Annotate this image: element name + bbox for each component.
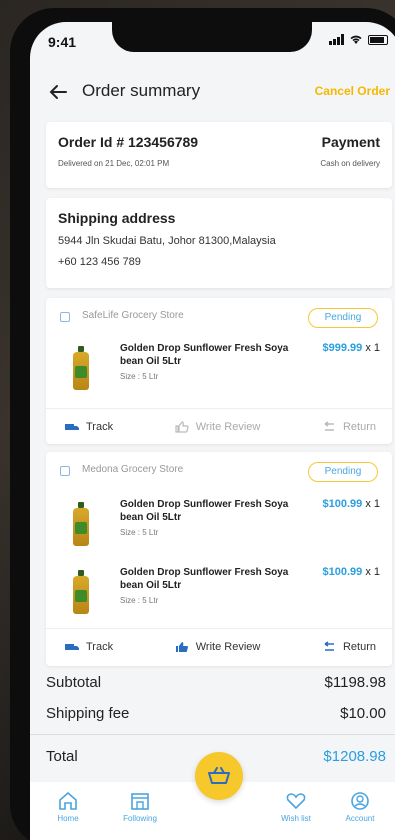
store-name: Medona Grocery Store [82, 464, 184, 475]
thumbs-up-icon [175, 420, 189, 433]
user-icon [351, 792, 369, 810]
product-price: $100.99 x 1 [322, 498, 380, 510]
header: Order summary Cancel Order [30, 72, 395, 116]
shipping-title: Shipping address [58, 210, 176, 226]
order-item[interactable]: Golden Drop Sunflower Fresh Soya bean Oi… [46, 498, 392, 554]
order-item[interactable]: Golden Drop Sunflower Fresh Soya bean Oi… [46, 566, 392, 622]
store-icon [60, 466, 70, 476]
order-id: Order Id # 123456789 [58, 134, 199, 150]
total-value: $1208.98 [323, 748, 386, 765]
cancel-order-button[interactable]: Cancel Order [315, 84, 390, 98]
order-actions: Track Write Review Return [46, 628, 392, 664]
product-size: Size : 5 Ltr [120, 372, 159, 381]
truck-icon [65, 423, 79, 430]
order-actions: Track Write Review Return [46, 408, 392, 444]
back-arrow-icon[interactable] [46, 80, 70, 104]
product-size: Size : 5 Ltr [120, 596, 159, 605]
return-icon [324, 420, 334, 431]
product-size: Size : 5 Ltr [120, 528, 159, 537]
status-badge: Pending [308, 308, 378, 328]
store-card: SafeLife Grocery Store Pending Golden Dr… [46, 298, 392, 444]
write-review-button[interactable]: Write Review [174, 641, 260, 653]
track-button[interactable]: Track [64, 421, 113, 433]
battery-icon [368, 34, 388, 45]
cart-button[interactable] [195, 752, 243, 800]
screen: 9:41 Order summary Cancel Order Order Id… [30, 22, 395, 840]
product-price: $100.99 x 1 [322, 566, 380, 578]
subtotal-label: Subtotal [46, 674, 102, 691]
thumbs-up-icon [175, 641, 188, 652]
signal-icon [329, 34, 344, 45]
heart-icon [286, 793, 306, 810]
product-name: Golden Drop Sunflower Fresh Soya bean Oi… [120, 567, 289, 591]
store-card: Medona Grocery Store Pending Golden Drop… [46, 452, 392, 666]
shipping-fee-value: $10.00 [340, 705, 386, 722]
wifi-icon [350, 35, 362, 44]
tab-wishlist[interactable]: Wish list [266, 792, 326, 823]
payment-label: Payment [321, 134, 380, 150]
phone-frame: 9:41 Order summary Cancel Order Order Id… [10, 8, 395, 840]
store-icon [60, 312, 70, 322]
status-icons [329, 34, 388, 45]
product-name: Golden Drop Sunflower Fresh Soya bean Oi… [120, 343, 289, 367]
status-badge: Pending [308, 462, 378, 482]
tab-account[interactable]: Account [330, 792, 390, 823]
tab-following[interactable]: Following [110, 792, 170, 823]
subtotal-value: $1198.98 [324, 674, 386, 691]
shipping-fee-label: Shipping fee [46, 705, 130, 722]
return-icon [324, 640, 334, 651]
product-image [56, 566, 106, 620]
home-icon [59, 792, 77, 810]
total-label: Total [46, 748, 78, 765]
basket-icon [208, 767, 230, 784]
store-name: SafeLife Grocery Store [82, 310, 184, 321]
page-title: Order summary [82, 81, 201, 100]
notch [112, 22, 312, 52]
return-button[interactable]: Return [321, 641, 376, 653]
product-image [56, 498, 106, 552]
payment-value: Cash on delivery [320, 159, 380, 168]
write-review-button[interactable]: Write Review [174, 420, 260, 433]
truck-icon [65, 643, 79, 650]
shipping-phone: +60 123 456 789 [58, 256, 141, 268]
store-icon [131, 793, 149, 810]
shipping-fee-row: Shipping fee $10.00 [46, 705, 386, 722]
return-button[interactable]: Return [321, 421, 376, 433]
tab-home[interactable]: Home [38, 792, 98, 823]
delivered-date: Delivered on 21 Dec, 02:01 PM [58, 159, 170, 168]
product-name: Golden Drop Sunflower Fresh Soya bean Oi… [120, 499, 289, 523]
divider [30, 734, 395, 735]
subtotal-row: Subtotal $1198.98 [46, 674, 386, 691]
order-info-card: Order Id # 123456789 Delivered on 21 Dec… [46, 122, 392, 188]
shipping-address-card: Shipping address 5944 Jln Skudai Batu, J… [46, 198, 392, 288]
product-price: $999.99 x 1 [322, 342, 380, 354]
product-image [56, 342, 106, 396]
order-item[interactable]: Golden Drop Sunflower Fresh Soya bean Oi… [46, 342, 392, 398]
shipping-address: 5944 Jln Skudai Batu, Johor 81300,Malays… [58, 235, 276, 247]
track-button[interactable]: Track [64, 641, 113, 653]
status-time: 9:41 [48, 34, 77, 50]
